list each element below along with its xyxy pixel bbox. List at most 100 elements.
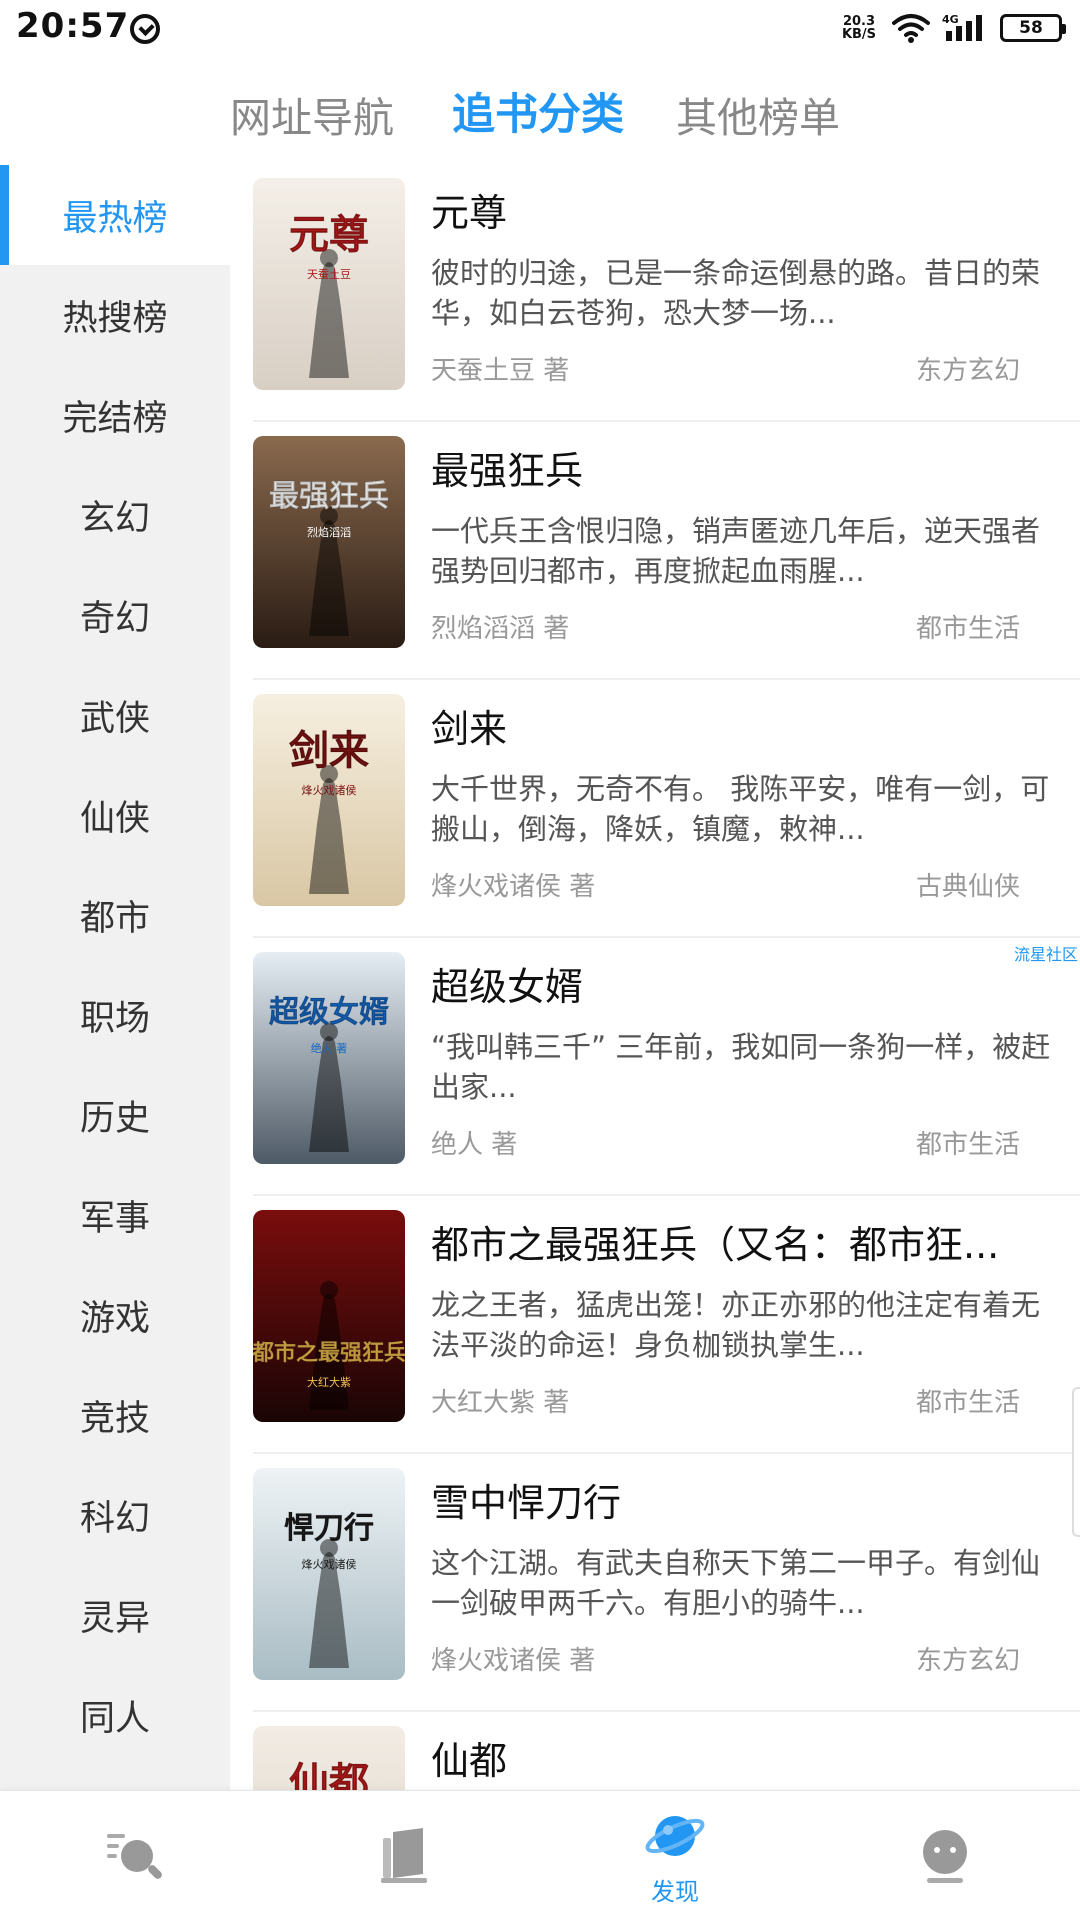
cover-author-lettering: 绝人 著 <box>311 1041 348 1055</box>
sidebar-item-fanfiction[interactable]: 同人 <box>0 1665 230 1765</box>
sidebar-item-label: 灵异 <box>79 1598 150 1639</box>
book-item[interactable]: 都市之最强狂兵大红大紫 都市之最强狂兵（又名：都市狂... 龙之王者，猛虎出笼！… <box>253 1197 1080 1454</box>
book-genre: 都市生活 <box>915 1130 1020 1160</box>
status-indicators: 20.3 KB/S 4G 58 <box>838 8 1066 48</box>
cover-author-lettering: 烽火戏诸侯 <box>302 1557 357 1571</box>
sidebar-item-scifi[interactable]: 科幻 <box>0 1465 230 1565</box>
sidebar-item-label: 竞技 <box>79 1398 150 1439</box>
cover-title-lettering: 超级女婿 <box>269 995 389 1030</box>
book-title[interactable]: 仙都 <box>431 1730 1071 1785</box>
nav-search[interactable] <box>0 1791 270 1920</box>
cover-art: 都市之最强狂兵大红大紫 <box>253 1210 405 1422</box>
book-genre: 东方玄幻 <box>915 1646 1020 1676</box>
bookshelf-icon <box>381 1828 427 1883</box>
cover-art: 仙都 <box>253 1726 405 1790</box>
book-cover[interactable]: 悍刀行 烽火戏诸侯 <box>253 1468 405 1680</box>
nav-profile[interactable] <box>810 1791 1080 1920</box>
book-cover[interactable]: 最强狂兵 烈焰滔滔 <box>253 436 405 648</box>
row-divider <box>253 1452 1080 1454</box>
book-genre: 古典仙侠 <box>915 872 1020 902</box>
cover-author-lettering: 大红大紫 <box>307 1375 351 1389</box>
nav-label-discover: 发现 <box>651 1877 699 1906</box>
book-list: 元尊 天蚕土豆 元尊 彼时的归途，已是一条命运倒悬的路。昔日的荣华，如白云苍狗，恐… <box>230 165 1080 1790</box>
cover-author-lettering: 烈焰滔滔 <box>307 525 351 539</box>
book-item[interactable]: 悍刀行 烽火戏诸侯 雪中悍刀行 这个江湖。有武夫自称天下第二一甲子。有剑仙一剑破甲… <box>253 1455 1080 1712</box>
sidebar-item-label: 玄幻 <box>79 498 150 539</box>
category-sidebar: 最热榜 热搜榜 完结榜 玄幻 奇幻 武侠 仙侠 都市 职场 历史 军事 游戏 竞… <box>0 165 230 1790</box>
active-indicator <box>0 165 9 265</box>
book-author: 大红大紫 著 <box>431 1388 570 1418</box>
book-item[interactable]: 超级女婿 绝人 著 超级女婿 “我叫韩三千” 三年前，我如同一条狗一样，被赶出家.… <box>253 939 1080 1196</box>
battery-level: 58 <box>1019 18 1043 38</box>
book-description: 龙之王者，猛虎出笼！亦正亦邪的他注定有着无法平淡的命运！身负枷锁执掌生... <box>431 1288 1041 1362</box>
community-watermark: 流星社区 <box>1013 945 1078 964</box>
search-icon <box>107 1834 162 1879</box>
sidebar-item-xuanhuan[interactable]: 玄幻 <box>0 465 230 565</box>
sidebar-item-hot-search[interactable]: 热搜榜 <box>0 265 230 365</box>
nav-bookshelf[interactable] <box>270 1791 540 1920</box>
book-title[interactable]: 都市之最强狂兵（又名：都市狂... <box>431 1214 1071 1269</box>
sidebar-item-fantasy[interactable]: 奇幻 <box>0 565 230 665</box>
network-speed: 20.3 KB/S <box>838 15 880 41</box>
book-cover[interactable]: 仙都 <box>253 1726 405 1790</box>
cover-art: 超级女婿绝人 著 <box>253 952 405 1164</box>
book-title[interactable]: 剑来 <box>431 698 1071 753</box>
wifi-icon <box>892 14 930 43</box>
sidebar-item-history[interactable]: 历史 <box>0 1065 230 1165</box>
nav-discover[interactable]: 发现 <box>540 1791 810 1920</box>
sidebar-item-xianxia[interactable]: 仙侠 <box>0 765 230 865</box>
sidebar-item-label: 仙侠 <box>79 798 150 839</box>
sidebar-item-workplace[interactable]: 职场 <box>0 965 230 1065</box>
cover-title-lettering: 都市之最强狂兵 <box>253 1340 405 1366</box>
book-cover[interactable]: 剑来 烽火戏诸侯 <box>253 694 405 906</box>
scroll-handle[interactable] <box>1072 1387 1080 1537</box>
book-genre: 都市生活 <box>915 614 1020 644</box>
book-description: 大千世界，无奇不有。 我陈平安，唯有一剑，可搬山，倒海，降妖，镇魔，敕神... <box>431 772 1050 846</box>
tab-url-navigation[interactable]: 网址导航 <box>230 84 394 144</box>
book-cover[interactable]: 元尊 天蚕土豆 <box>253 178 405 390</box>
sidebar-item-military[interactable]: 军事 <box>0 1165 230 1265</box>
book-item[interactable]: 元尊 天蚕土豆 元尊 彼时的归途，已是一条命运倒悬的路。昔日的荣华，如白云苍狗，恐… <box>253 165 1080 422</box>
sidebar-item-supernatural[interactable]: 灵异 <box>0 1565 230 1665</box>
row-divider <box>253 678 1080 680</box>
tab-other-rankings[interactable]: 其他榜单 <box>676 84 840 144</box>
cover-art: 最强狂兵烈焰滔滔 <box>253 436 405 648</box>
sidebar-item-hottest[interactable]: 最热榜 <box>0 165 230 265</box>
sidebar-item-completed[interactable]: 完结榜 <box>0 365 230 465</box>
book-description: 这个江湖。有武夫自称天下第二一甲子。有剑仙一剑破甲两千六。有胆小的骑牛... <box>431 1546 1041 1620</box>
sidebar-item-wuxia[interactable]: 武侠 <box>0 665 230 765</box>
sidebar-item-sports[interactable]: 竞技 <box>0 1365 230 1465</box>
status-bar: 20:57 20.3 KB/S 4G 58 <box>0 0 1080 56</box>
tab-book-categories[interactable]: 追书分类 <box>452 80 624 142</box>
cover-title-lettering: 元尊 <box>289 211 369 258</box>
sidebar-item-label: 同人 <box>79 1698 150 1739</box>
book-title[interactable]: 最强狂兵 <box>431 440 1071 495</box>
book-description: 一代兵王含恨归隐，销声匿迹几年后，逆天强者强势回归都市，再度掀起血雨腥... <box>431 514 1041 588</box>
sidebar-item-label: 完结榜 <box>62 398 168 439</box>
book-item[interactable]: 剑来 烽火戏诸侯 剑来 大千世界，无奇不有。 我陈平安，唯有一剑，可搬山，倒海，降… <box>253 681 1080 938</box>
sidebar-item-label: 职场 <box>79 998 150 1039</box>
book-item[interactable]: 最强狂兵 烈焰滔滔 最强狂兵 一代兵王含恨归隐，销声匿迹几年后，逆天强者强势回归都… <box>253 423 1080 680</box>
book-author: 烈焰滔滔 著 <box>431 614 570 644</box>
status-time: 20:57 <box>16 6 130 46</box>
row-divider <box>253 936 1080 938</box>
book-cover[interactable]: 超级女婿 绝人 著 <box>253 952 405 1164</box>
book-title[interactable]: 元尊 <box>431 182 1071 237</box>
book-author: 烽火戏诸侯 著 <box>431 872 596 902</box>
profile-icon <box>923 1830 967 1883</box>
cover-title-lettering: 剑来 <box>289 727 369 774</box>
sidebar-item-game[interactable]: 游戏 <box>0 1265 230 1365</box>
book-title[interactable]: 超级女婿 <box>431 956 1071 1011</box>
cover-art: 元尊天蚕土豆 <box>253 178 405 390</box>
bottom-navigation: 发现 <box>0 1790 1080 1920</box>
sidebar-item-label: 游戏 <box>79 1298 150 1339</box>
sidebar-item-urban[interactable]: 都市 <box>0 865 230 965</box>
book-cover[interactable]: 都市之最强狂兵大红大紫 <box>253 1210 405 1422</box>
book-title[interactable]: 雪中悍刀行 <box>431 1472 1071 1527</box>
book-author: 绝人 著 <box>431 1130 518 1160</box>
book-description: 彼时的归途，已是一条命运倒悬的路。昔日的荣华，如白云苍狗，恐大梦一场... <box>431 256 1041 330</box>
book-item[interactable]: 仙都 仙都 <box>253 1713 1080 1790</box>
sidebar-item-label: 历史 <box>79 1098 150 1139</box>
cover-art: 悍刀行烽火戏诸侯 <box>253 1468 405 1680</box>
book-author: 烽火戏诸侯 著 <box>431 1646 596 1676</box>
